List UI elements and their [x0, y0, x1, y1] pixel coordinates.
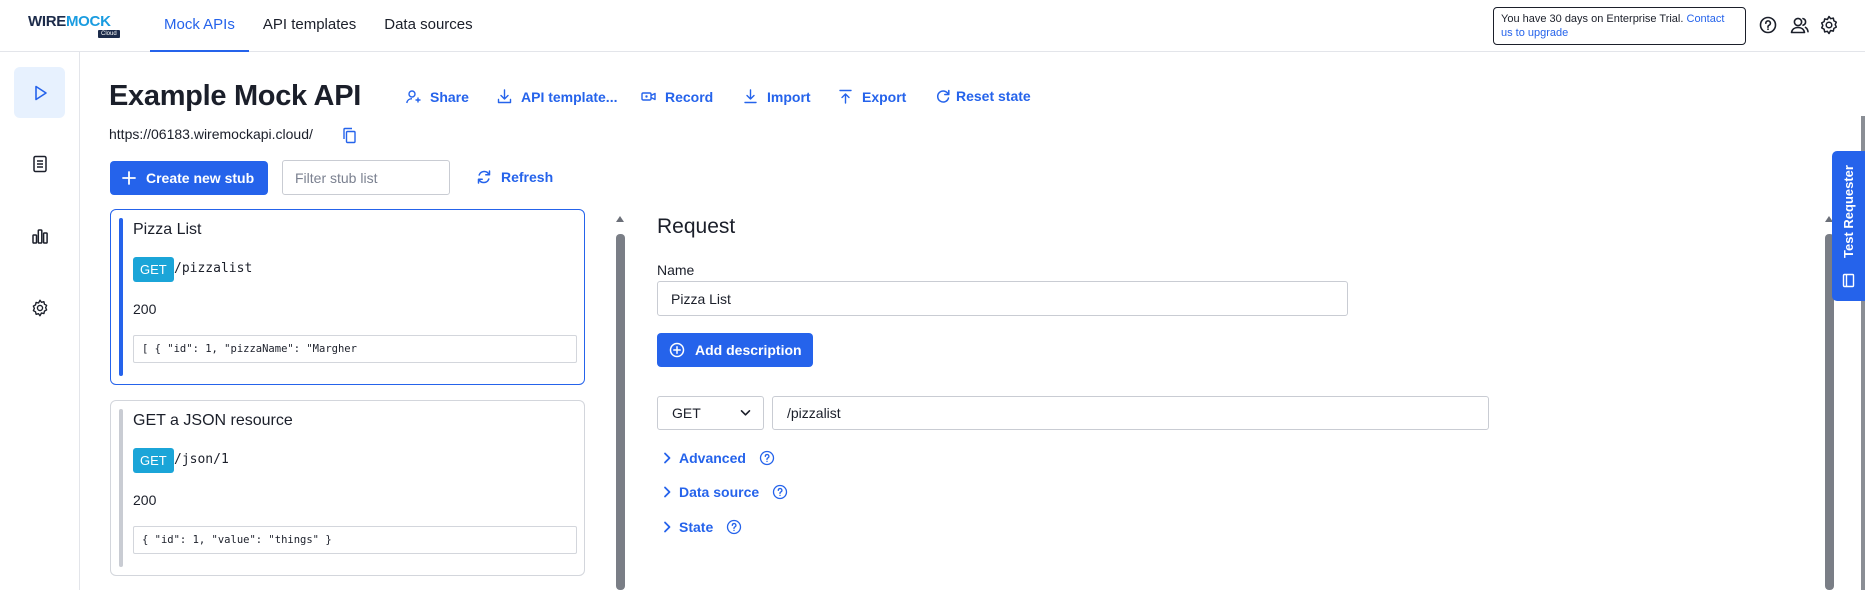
state-expander[interactable]: State: [663, 519, 742, 535]
top-navigation-bar: WIREMOCK Cloud Mock APIs API templates D…: [0, 0, 1865, 52]
help-icon[interactable]: [772, 484, 788, 500]
request-section-title: Request: [657, 215, 736, 238]
advanced-expander[interactable]: Advanced: [663, 450, 775, 466]
http-method-select[interactable]: GET: [657, 396, 764, 430]
stub-card[interactable]: Pizza List GET /pizzalist 200 [ { "id": …: [110, 209, 585, 385]
logo-text: WIRE: [28, 13, 66, 30]
nav-mock-apis[interactable]: Mock APIs: [150, 0, 249, 52]
reset-state-label: Reset state: [956, 88, 1031, 104]
export-button[interactable]: Export: [837, 88, 906, 105]
reset-icon: [936, 89, 950, 103]
api-template-button[interactable]: API template...: [496, 88, 617, 105]
add-description-button[interactable]: Add description: [657, 333, 813, 367]
stub-name: GET a JSON resource: [133, 412, 293, 429]
play-icon: [34, 85, 47, 100]
chevron-right-icon: [664, 486, 671, 498]
add-description-label: Add description: [695, 342, 802, 358]
stub-path: /pizzalist: [174, 261, 253, 276]
stub-body-preview: { "id": 1, "value": "things" }: [133, 526, 577, 554]
stub-status-code: 200: [133, 301, 157, 317]
test-requester-label: Test Requester: [1841, 164, 1856, 258]
rail-analytics-button[interactable]: [14, 210, 65, 261]
plus-icon: [122, 171, 136, 185]
chevron-right-icon: [664, 521, 671, 533]
api-template-label: API template...: [521, 88, 618, 105]
rail-settings-button[interactable]: [14, 282, 65, 333]
left-rail: [0, 52, 80, 590]
record-button[interactable]: Record: [640, 88, 713, 105]
state-label: State: [679, 519, 714, 535]
stub-selection-bar: [119, 409, 123, 567]
settings-icon[interactable]: [1818, 14, 1840, 36]
settings-icon: [32, 299, 47, 316]
data-source-label: Data source: [679, 484, 760, 500]
refresh-button[interactable]: Refresh: [476, 169, 553, 185]
page-title: Example Mock API: [109, 80, 361, 112]
add-circle-icon: [669, 342, 685, 358]
trial-notice: You have 30 days on Enterprise Trial. Co…: [1493, 7, 1746, 45]
stub-card[interactable]: GET a JSON resource GET /json/1 200 { "i…: [110, 400, 585, 576]
import-button[interactable]: Import: [742, 88, 811, 105]
name-field-label: Name: [657, 262, 695, 278]
reset-state-button[interactable]: Reset state: [935, 88, 1031, 104]
share-button[interactable]: Share: [405, 88, 469, 105]
refresh-icon: [477, 170, 491, 184]
import-icon: [744, 89, 757, 104]
chevron-down-icon: [740, 410, 751, 416]
import-label: Import: [767, 88, 811, 105]
chevron-right-icon: [664, 452, 671, 464]
download-icon: [497, 89, 512, 104]
users-icon[interactable]: [1788, 14, 1810, 36]
help-icon[interactable]: [1757, 14, 1779, 36]
scrollbar-thumb[interactable]: [616, 234, 625, 590]
url-path-input[interactable]: [772, 396, 1489, 430]
http-method-value: GET: [672, 405, 701, 421]
record-label: Record: [665, 88, 714, 105]
stub-name: Pizza List: [133, 221, 202, 238]
stub-path: /json/1: [174, 452, 229, 467]
stub-status-code: 200: [133, 492, 157, 508]
stub-name-input[interactable]: [657, 281, 1348, 316]
logo-subtext: Cloud: [98, 30, 120, 38]
stub-body-preview: [ { "id": 1, "pizzaName": "Margher: [133, 335, 577, 363]
nav-api-templates[interactable]: API templates: [249, 0, 370, 52]
share-label: Share: [430, 88, 469, 105]
method-badge: GET: [133, 448, 174, 473]
wiremock-logo[interactable]: WIREMOCK Cloud: [28, 14, 123, 38]
trial-text: You have 30 days on Enterprise Trial.: [1501, 13, 1684, 25]
filter-stub-input[interactable]: [282, 160, 450, 195]
create-new-stub-label: Create new stub: [146, 170, 255, 186]
advanced-label: Advanced: [679, 450, 746, 466]
rail-logs-button[interactable]: [14, 138, 65, 189]
add-person-icon: [406, 90, 421, 104]
document-icon: [1842, 273, 1855, 288]
record-camera-icon: [641, 92, 656, 101]
api-base-url: https://06183.wiremockapi.cloud/: [109, 126, 313, 142]
analytics-icon: [31, 228, 48, 244]
help-icon[interactable]: [726, 519, 742, 535]
document-icon: [32, 155, 47, 172]
rail-stubs-button[interactable]: [14, 67, 65, 118]
export-icon: [839, 89, 852, 104]
create-new-stub-button[interactable]: Create new stub: [110, 161, 268, 195]
test-requester-label-wrap: Test Requester: [1832, 151, 1865, 271]
help-icon[interactable]: [759, 450, 775, 466]
logo-text-accent: MOCK: [65, 13, 111, 30]
stub-list-scrollbar[interactable]: [616, 216, 625, 590]
main-nav: Mock APIs API templates Data sources: [150, 0, 487, 52]
method-badge: GET: [133, 257, 174, 282]
scroll-up-arrow[interactable]: [616, 216, 624, 222]
nav-data-sources[interactable]: Data sources: [370, 0, 486, 52]
data-source-expander[interactable]: Data source: [663, 484, 788, 500]
copy-icon[interactable]: [342, 127, 357, 144]
test-requester-tab[interactable]: Test Requester: [1832, 151, 1865, 301]
refresh-label: Refresh: [501, 169, 554, 185]
stub-selection-bar: [119, 218, 123, 376]
export-label: Export: [862, 88, 907, 105]
